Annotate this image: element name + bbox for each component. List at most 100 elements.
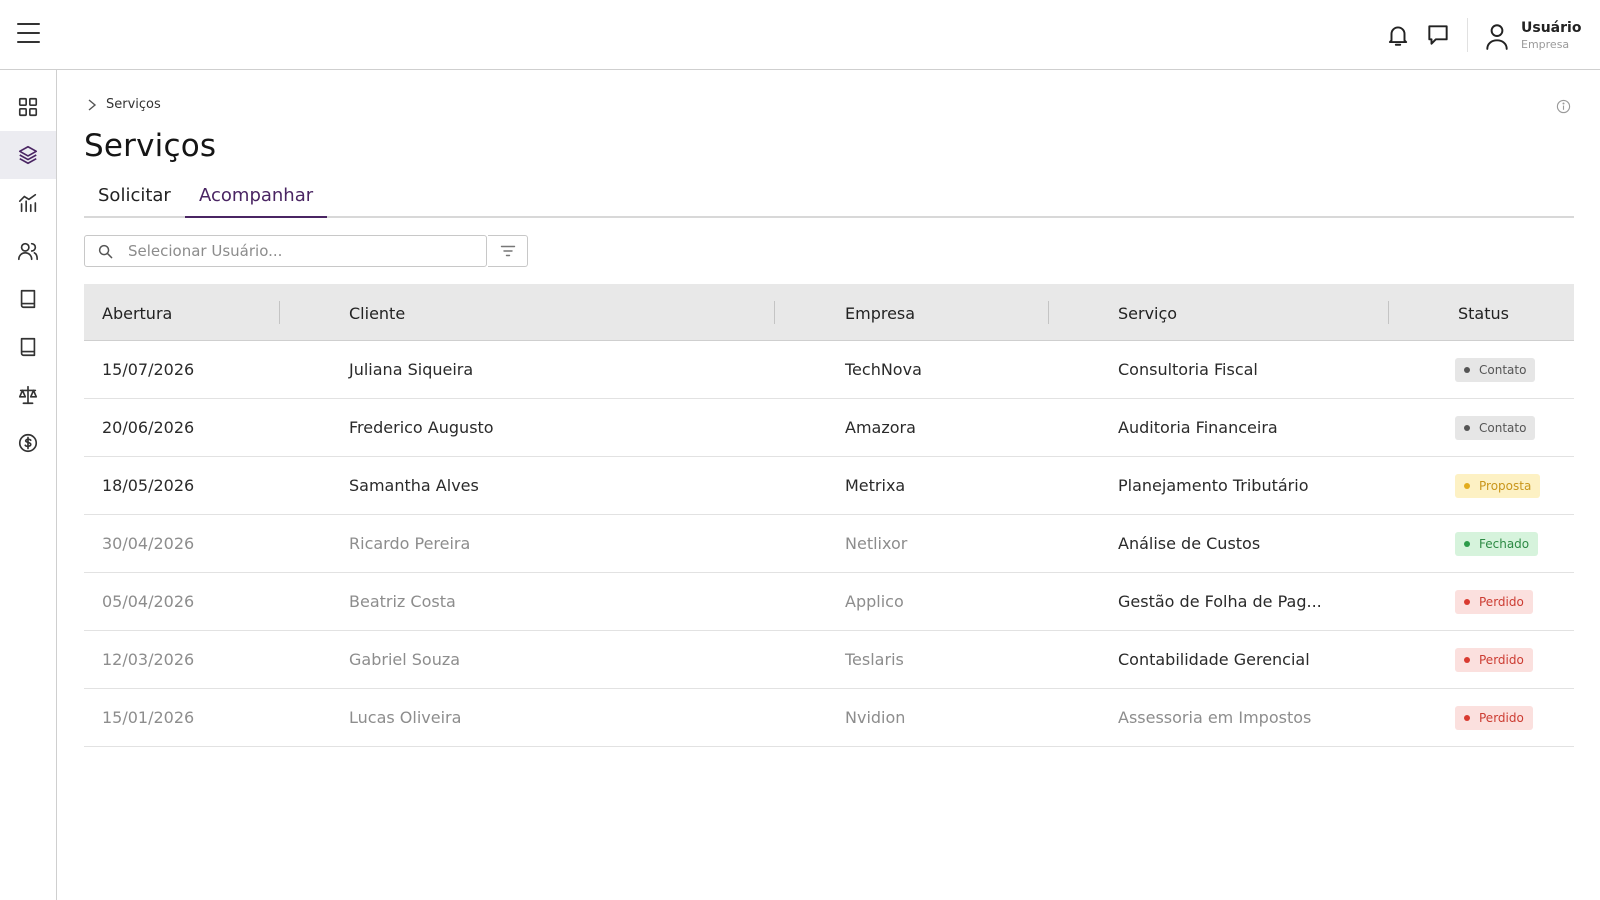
cell-cliente: Ricardo Pereira [349, 534, 471, 553]
scale-icon [18, 385, 38, 405]
page-title: Serviços [84, 128, 217, 164]
user-company: Empresa [1521, 38, 1570, 51]
book-icon [20, 289, 36, 309]
tab-solicitar[interactable]: Solicitar [84, 178, 185, 218]
cell-servico: Auditoria Financeira [1118, 418, 1278, 437]
tab-acompanhar[interactable]: Acompanhar [185, 178, 328, 218]
table-row[interactable]: 12/03/2026 Gabriel Souza Teslaris Contabili… [84, 631, 1574, 689]
book-icon [20, 337, 36, 357]
breadcrumb: Serviços [86, 97, 161, 112]
search-icon [98, 244, 113, 259]
chevron-right-icon [88, 98, 97, 111]
filter-button[interactable] [488, 235, 528, 267]
cell-servico: Análise de Custos [1118, 534, 1261, 553]
cell-servico: Planejamento Tributário [1118, 476, 1309, 495]
user-icon [1484, 22, 1510, 50]
bell-icon[interactable] [1385, 22, 1411, 48]
sidebar-item-servicos[interactable] [0, 131, 56, 179]
cell-empresa: TechNova [845, 360, 922, 379]
status-dot [1464, 483, 1470, 489]
filter-icon [500, 245, 515, 257]
grid-icon [18, 97, 38, 117]
table-header: Abertura Cliente Empresa Serviço Status [84, 284, 1574, 341]
search-input[interactable] [128, 240, 478, 262]
cell-cliente: Juliana Siqueira [349, 360, 474, 379]
column-header-abertura[interactable]: Abertura [102, 304, 172, 323]
column-header-status[interactable]: Status [1458, 304, 1509, 323]
column-divider[interactable] [279, 301, 280, 324]
status-label: Contato [1479, 421, 1527, 435]
sidebar-item-dashboard[interactable] [0, 83, 56, 131]
cell-empresa: Teslaris [845, 650, 904, 669]
status-badge: Contato [1455, 358, 1536, 382]
table-row[interactable]: 18/05/2026 Samantha Alves Metrixa Planejame… [84, 457, 1574, 515]
cell-cliente: Beatriz Costa [349, 592, 456, 611]
status-badge: Perdido [1455, 648, 1533, 672]
table-row[interactable]: 05/04/2026 Beatriz Costa Applico Gestão de … [84, 573, 1574, 631]
sidebar [0, 70, 57, 900]
cell-abertura: 15/01/2026 [102, 708, 195, 727]
cell-empresa: Nvidion [845, 708, 906, 727]
sidebar-item-reports[interactable] [0, 179, 56, 227]
status-label: Fechado [1479, 537, 1530, 551]
cell-abertura: 15/07/2026 [102, 360, 195, 379]
cell-servico: Contabilidade Gerencial [1118, 650, 1310, 669]
top-bar: Usuário Empresa [0, 0, 1600, 70]
cell-cliente: Samantha Alves [349, 476, 479, 495]
info-icon[interactable] [1556, 99, 1571, 114]
cell-abertura: 18/05/2026 [102, 476, 195, 495]
layers-icon [18, 145, 38, 165]
status-badge: Fechado [1455, 532, 1539, 556]
status-label: Perdido [1479, 595, 1524, 609]
cell-empresa: Metrixa [845, 476, 906, 495]
sidebar-item-book-1[interactable] [0, 275, 56, 323]
cell-abertura: 20/06/2026 [102, 418, 195, 437]
cell-cliente: Gabriel Souza [349, 650, 461, 669]
sidebar-item-legal[interactable] [0, 371, 56, 419]
chart-icon [18, 193, 37, 213]
table-row[interactable]: 15/01/2026 Lucas Oliveira Nvidion Assessori… [84, 689, 1574, 747]
cell-abertura: 30/04/2026 [102, 534, 195, 553]
sidebar-item-book-2[interactable] [0, 323, 56, 371]
status-dot [1464, 715, 1470, 721]
status-label: Perdido [1479, 653, 1524, 667]
column-header-cliente[interactable]: Cliente [349, 304, 405, 323]
table-row[interactable]: 20/06/2026 Frederico Augusto Amazora Audito… [84, 399, 1574, 457]
menu-icon[interactable] [17, 23, 41, 45]
cell-empresa: Netlixor [845, 534, 908, 553]
cell-cliente: Frederico Augusto [349, 418, 494, 437]
status-dot [1464, 657, 1470, 663]
chat-icon[interactable] [1425, 22, 1451, 48]
breadcrumb-current[interactable]: Serviços [106, 97, 161, 112]
dollar-icon [18, 433, 38, 453]
table-row[interactable]: 15/07/2026 Juliana Siqueira TechNova Consul… [84, 341, 1574, 399]
status-label: Proposta [1479, 479, 1532, 493]
tab-bar: Solicitar Acompanhar [84, 178, 1574, 218]
column-divider[interactable] [1048, 301, 1049, 324]
status-dot [1464, 599, 1470, 605]
table-body: 15/07/2026 Juliana Siqueira TechNova Consul… [84, 341, 1574, 747]
status-dot [1464, 541, 1470, 547]
column-header-servico[interactable]: Serviço [1118, 304, 1177, 323]
column-divider[interactable] [1388, 301, 1389, 324]
column-header-empresa[interactable]: Empresa [845, 304, 915, 323]
divider [1467, 18, 1468, 52]
status-badge: Contato [1455, 416, 1536, 440]
sidebar-item-users[interactable] [0, 227, 56, 275]
cell-cliente: Lucas Oliveira [349, 708, 462, 727]
cell-abertura: 05/04/2026 [102, 592, 195, 611]
column-divider[interactable] [774, 301, 775, 324]
status-badge: Perdido [1455, 706, 1533, 730]
services-table: Abertura Cliente Empresa Serviço Status … [84, 284, 1574, 747]
cell-servico: Consultoria Fiscal [1118, 360, 1258, 379]
cell-servico: Assessoria em Impostos [1118, 708, 1312, 727]
status-badge: Proposta [1455, 474, 1541, 498]
sidebar-item-finance[interactable] [0, 419, 56, 467]
status-dot [1464, 367, 1470, 373]
users-icon [18, 242, 38, 261]
cell-abertura: 12/03/2026 [102, 650, 195, 669]
cell-empresa: Applico [845, 592, 904, 611]
search-field [84, 235, 487, 267]
status-dot [1464, 425, 1470, 431]
table-row[interactable]: 30/04/2026 Ricardo Pereira Netlixor Análise… [84, 515, 1574, 573]
